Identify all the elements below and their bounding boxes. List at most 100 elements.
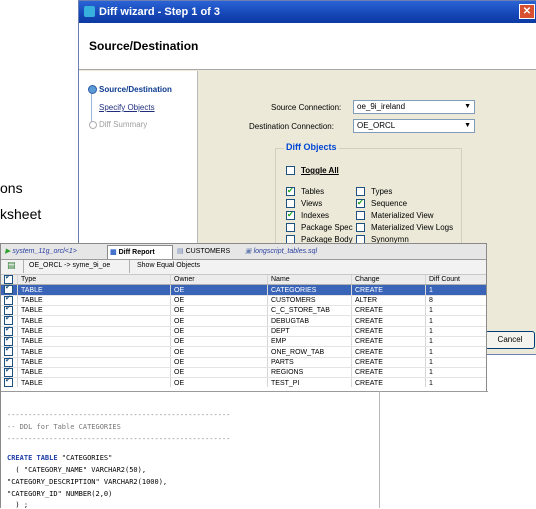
tab-longscript[interactable]: ▣ longscript_tables.sql bbox=[243, 245, 345, 258]
table-cell: OE bbox=[170, 336, 268, 348]
table-cell: CREATE bbox=[351, 357, 426, 369]
diff-object-checkbox[interactable] bbox=[286, 223, 295, 232]
tab-diff-report-label: Diff Report bbox=[118, 249, 155, 256]
diff-object-label: Indexes bbox=[301, 211, 330, 220]
table-row[interactable]: TABLEOEC_C_STORE_TABCREATE1 bbox=[1, 304, 486, 317]
nav-specify-objects[interactable]: Specify Objects bbox=[99, 103, 155, 112]
col-name[interactable]: Name bbox=[267, 275, 352, 286]
sql-file-icon: ▣ bbox=[245, 248, 252, 255]
ddl-comment: -- DDL for Table CATEGORIES bbox=[7, 423, 121, 431]
table-cell: REGIONS bbox=[267, 367, 352, 379]
tab-diff-report[interactable]: ▦ Diff Report bbox=[107, 245, 173, 259]
show-equal-objects-button[interactable]: Show Equal Objects bbox=[137, 262, 200, 269]
table-icon: ▤ bbox=[177, 248, 184, 255]
table-cell: OE bbox=[170, 377, 268, 387]
table-row[interactable]: TABLEOEDEBUGTABCREATE1 bbox=[1, 314, 486, 327]
wizard-title: Diff wizard - Step 1 of 3 bbox=[99, 6, 221, 18]
table-cell: CREATE bbox=[351, 377, 426, 387]
ddl-divider: ----------------------------------------… bbox=[7, 411, 231, 419]
destination-connection-value: OE_ORCL bbox=[357, 121, 396, 130]
table-cell: OE bbox=[170, 346, 268, 358]
diff-object-checkbox[interactable] bbox=[286, 199, 295, 208]
ddl-create-target: "CATEGORIES" bbox=[57, 454, 113, 462]
table-cell: CREATE bbox=[351, 326, 426, 338]
table-cell: 8 bbox=[425, 295, 486, 307]
table-cell: TABLE bbox=[17, 326, 171, 338]
table-cell: 1 bbox=[425, 367, 486, 379]
table-cell: TABLE bbox=[17, 336, 171, 348]
diff-object-checkbox[interactable] bbox=[356, 223, 365, 232]
diff-object-label: Materialized View bbox=[371, 211, 434, 220]
table-cell: ONE_ROW_TAB bbox=[267, 346, 352, 358]
tab-customers[interactable]: ▤ CUSTOMERS bbox=[175, 245, 233, 258]
diff-object-checkbox[interactable] bbox=[286, 186, 295, 196]
table-cell: 1 bbox=[425, 305, 486, 317]
tab-worksheet[interactable]: ▶ system_11g_orcl<1> bbox=[3, 245, 101, 258]
table-row[interactable]: TABLEOETEST_PICREATE1 bbox=[1, 376, 486, 387]
grid-header-row: Type Owner Name Change Diff Count bbox=[1, 275, 486, 286]
ddl-preview[interactable]: ----------------------------------------… bbox=[1, 391, 379, 509]
col-change[interactable]: Change bbox=[351, 275, 426, 286]
table-cell: CREATE bbox=[351, 305, 426, 317]
table-cell: 1 bbox=[425, 357, 486, 369]
nav-source-destination[interactable]: Source/Destination bbox=[99, 85, 172, 94]
app-icon bbox=[84, 6, 95, 17]
table-cell: OE bbox=[170, 284, 268, 296]
col-type[interactable]: Type bbox=[17, 275, 171, 286]
diff-object-label: Sequence bbox=[371, 199, 408, 208]
diff-object-label: Package Spec bbox=[301, 223, 353, 232]
table-cell: CREATE bbox=[351, 346, 426, 358]
step-icon bbox=[89, 121, 97, 129]
diff-object-checkbox[interactable] bbox=[286, 210, 295, 220]
row-checkbox[interactable] bbox=[1, 376, 18, 387]
table-row[interactable]: TABLEOECATEGORIESCREATE1 bbox=[1, 283, 486, 296]
diff-object-checkbox[interactable] bbox=[356, 211, 365, 220]
ddl-compare-panel[interactable] bbox=[379, 391, 488, 508]
export-icon[interactable]: ▤ bbox=[7, 261, 16, 271]
run-icon: ▶ bbox=[5, 248, 11, 255]
table-cell: CREATE bbox=[351, 336, 426, 348]
diff-object-checkbox[interactable] bbox=[356, 198, 365, 208]
close-icon[interactable]: ✕ bbox=[519, 4, 535, 19]
table-cell: EMP bbox=[267, 336, 352, 348]
toolbar-divider bbox=[129, 260, 130, 273]
toggle-all-checkbox[interactable] bbox=[286, 166, 295, 175]
table-cell: ALTER bbox=[351, 295, 426, 307]
table-cell: 1 bbox=[425, 377, 486, 387]
tab-longscript-label: longscript_tables.sql bbox=[253, 248, 318, 255]
table-cell: 1 bbox=[425, 326, 486, 338]
source-connection-label: Source Connection: bbox=[271, 103, 342, 112]
table-row[interactable]: TABLEOEEMPCREATE1 bbox=[1, 335, 486, 348]
table-cell: CUSTOMERS bbox=[267, 295, 352, 307]
table-cell: TABLE bbox=[17, 346, 171, 358]
diff-object-label: Materialized View Logs bbox=[371, 223, 454, 232]
table-row[interactable]: TABLEOEPARTSCREATE1 bbox=[1, 356, 486, 369]
cancel-button[interactable]: Cancel bbox=[485, 331, 535, 349]
table-cell: CATEGORIES bbox=[267, 284, 352, 296]
col-diff-count[interactable]: Diff Count bbox=[425, 275, 486, 286]
dropdown-arrow-icon: ▼ bbox=[464, 103, 471, 110]
destination-connection-select[interactable]: OE_ORCL ▼ bbox=[353, 119, 475, 133]
table-row[interactable]: TABLEOECUSTOMERSALTER8 bbox=[1, 294, 486, 307]
table-row[interactable]: TABLEOEONE_ROW_TABCREATE1 bbox=[1, 345, 486, 358]
table-row[interactable]: TABLEOEREGIONSCREATE1 bbox=[1, 366, 486, 379]
current-step-icon bbox=[88, 85, 97, 94]
ddl-line-col3: "CATEGORY_ID" NUMBER(2,0) bbox=[7, 490, 113, 498]
wizard-header: Source/Destination bbox=[79, 23, 536, 70]
diff-object-checkbox[interactable] bbox=[356, 187, 365, 196]
diff-objects-title: Diff Objects bbox=[284, 142, 339, 152]
table-cell: TABLE bbox=[17, 315, 171, 327]
ddl-line-create: CREATE TABLE "CATEGORIES" bbox=[7, 454, 112, 462]
table-cell: PARTS bbox=[267, 357, 352, 369]
background-text-1: ons bbox=[0, 180, 23, 196]
ddl-line-col1: ( "CATEGORY_NAME" VARCHAR2(50), bbox=[7, 466, 147, 474]
table-cell: CREATE bbox=[351, 367, 426, 379]
col-owner[interactable]: Owner bbox=[170, 275, 268, 286]
table-cell: OE bbox=[170, 367, 268, 379]
table-row[interactable]: TABLEOEDEPTCREATE1 bbox=[1, 325, 486, 338]
connection-pair-label: OE_ORCL -> syme_9i_oe bbox=[29, 262, 111, 269]
diff-object-label: Views bbox=[301, 199, 323, 208]
table-cell: C_C_STORE_TAB bbox=[267, 305, 352, 317]
ddl-divider-2: ----------------------------------------… bbox=[7, 435, 231, 443]
source-connection-select[interactable]: oe_9i_ireland ▼ bbox=[353, 100, 475, 114]
